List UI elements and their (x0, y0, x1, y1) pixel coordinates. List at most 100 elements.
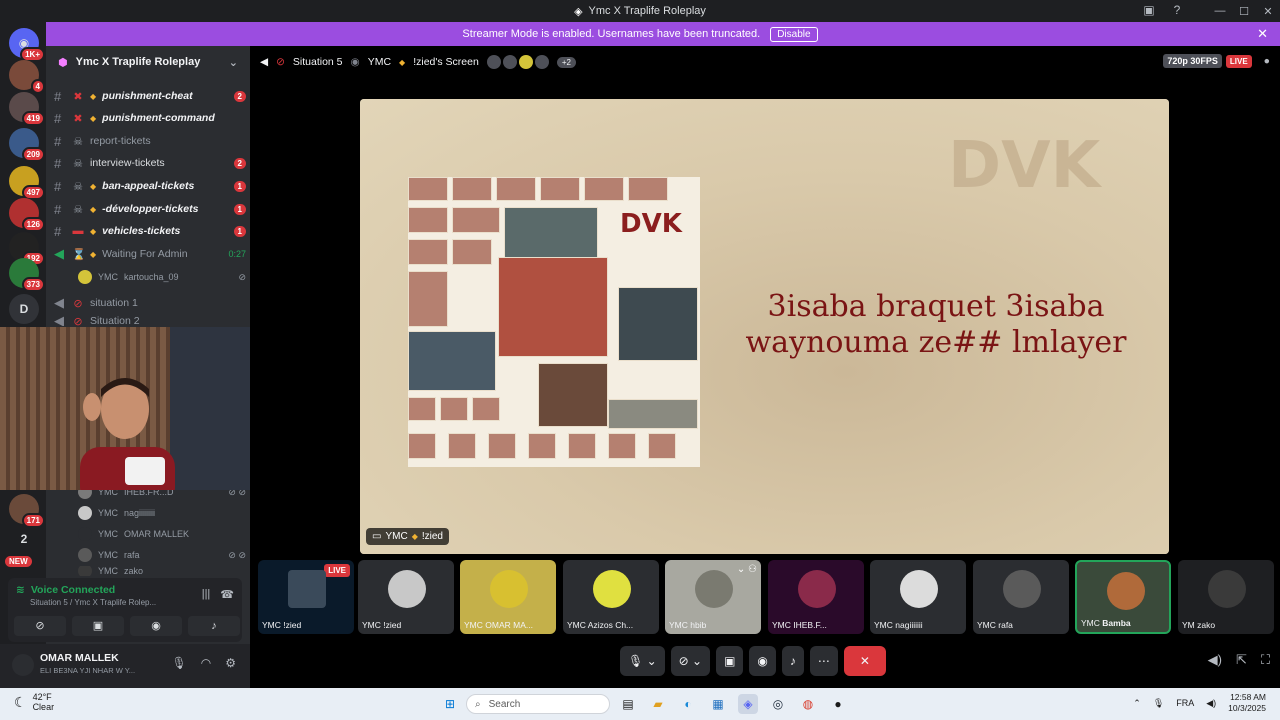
channel-ban-appeal-tickets[interactable]: # ☠ ◆ ban-appeal-tickets 1 (54, 176, 246, 196)
avatar (486, 55, 501, 69)
channel-vehicles-tickets[interactable]: # ▬ ◆ vehicles-tickets 1 (54, 221, 246, 241)
more-viewers[interactable]: +2 (556, 56, 576, 68)
maximize-button[interactable]: ☐ (1232, 5, 1256, 18)
edge-icon[interactable]: ◐ (678, 694, 698, 714)
server-icon[interactable]: 419 (9, 92, 45, 126)
soundboard-button[interactable]: ♪ (188, 616, 240, 636)
gear-icon[interactable]: ⚙ (225, 656, 236, 670)
chat-icon[interactable]: ● (1264, 55, 1270, 67)
voice-channel-waiting-for-admin[interactable]: ◀ ⌛ ◆ Waiting For Admin 0:27 (54, 244, 246, 264)
voice-user[interactable]: YMC kartoucha_09 ⊘ (78, 267, 246, 287)
store-icon[interactable]: ▦ (708, 694, 728, 714)
camera-button[interactable]: ⊘ ⌄ (670, 646, 711, 676)
quality-badge: 720p 30FPS (1163, 54, 1222, 68)
dot-icon: ◆ (399, 57, 406, 67)
search-box[interactable]: ⌕ Search (466, 694, 610, 714)
participant-tile[interactable]: LIVE YMC !zied (258, 560, 354, 634)
microphone-button[interactable]: 🎙 ⌄ (620, 646, 665, 676)
close-window-button[interactable]: ✕ (1256, 5, 1280, 18)
channel-punishment-cheat[interactable]: # ✖ ◆ punishment-cheat 2 (54, 86, 246, 106)
participant-tile[interactable]: YMC hbib ⌄ ⚇ (665, 560, 761, 634)
voice-user[interactable]: YMC OMAR MALLEK (78, 524, 246, 544)
participant-tile[interactable]: YMC Azizos Ch... (563, 560, 659, 634)
voice-channel-situation-1[interactable]: ◀ ⊘ situation 1 (54, 293, 246, 313)
avatar[interactable] (12, 654, 34, 676)
chrome-icon[interactable]: ◍ (798, 694, 818, 714)
noise-suppression-icon[interactable]: ||| (202, 588, 211, 601)
participant-tile[interactable]: YMC OMAR MA... (460, 560, 556, 634)
voice-channel-situation-2[interactable]: ◀ ⊘ Situation 2 (54, 316, 246, 326)
avatar (490, 570, 528, 608)
language-indicator[interactable]: FRA (1176, 698, 1194, 708)
popout-icon[interactable]: ⇱ (1236, 652, 1247, 668)
headphones-icon[interactable]: ◠ (201, 656, 211, 670)
screen-share-button[interactable]: ▣ (716, 646, 744, 676)
server-icon[interactable]: 126 (9, 198, 45, 232)
disconnect-icon[interactable]: ☎ (220, 588, 234, 601)
voice-status[interactable]: ≋ Voice Connected (16, 584, 115, 596)
new-badge[interactable]: NEW (5, 556, 39, 570)
task-view-icon[interactable]: ▤ (618, 694, 638, 714)
voice-user[interactable]: YMC zako (78, 566, 246, 576)
search-icon: ⌕ (475, 698, 481, 710)
minimize-button[interactable]: — (1208, 5, 1232, 17)
mention-count: 1 (233, 225, 246, 237)
server-icon-d[interactable]: D (9, 294, 39, 324)
disable-button[interactable]: Disable (770, 26, 818, 42)
microphone-icon[interactable]: 🎙 (172, 656, 187, 670)
app-icon[interactable]: ● (828, 694, 848, 714)
channel-name[interactable]: Situation 5 (293, 56, 343, 68)
screen-share-button[interactable]: ▣ (72, 616, 124, 636)
lyric-text: 3isaba braquet 3isaba waynouma ze## lmla… (745, 289, 1127, 360)
channel-punishment-command[interactable]: # ✖ ◆ punishment-command (54, 108, 246, 128)
fullscreen-icon[interactable]: ⛶ (1261, 652, 1270, 668)
camera-off-button[interactable]: ⊘ (14, 616, 66, 636)
webcam-overlay[interactable] (0, 327, 289, 490)
disconnect-button[interactable]: ✕ (843, 646, 886, 676)
discord-app-icon[interactable]: ◈ (738, 694, 758, 714)
help-icon[interactable]: ? (1170, 3, 1184, 17)
server-icon[interactable]: 171 (9, 494, 45, 528)
voice-user[interactable]: YMC nagiiiiiiii (78, 503, 246, 523)
activities-button[interactable]: ◉ (749, 646, 776, 676)
inbox-icon[interactable]: ▣ (1142, 3, 1156, 17)
close-icon[interactable]: ✕ (1257, 26, 1268, 42)
participant-tile[interactable]: YM zako (1178, 560, 1274, 634)
participant-tile[interactable]: YMC !zied (358, 560, 454, 634)
direct-messages-button[interactable]: ◉ 1K+ (9, 28, 45, 62)
viewer-avatars[interactable] (486, 55, 549, 69)
participant-tile[interactable]: YMC Bamba (1075, 560, 1171, 634)
participant-tile[interactable]: YMC nagiiiiiii (870, 560, 966, 634)
server-icon-2[interactable]: 2 (9, 524, 39, 554)
screen-share[interactable]: DVK DVK 3isaba braquet 3isaba waynouma z… (360, 99, 1169, 554)
voice-channel-path[interactable]: Situation 5 / Ymc X Traplife Rolep... (30, 598, 156, 607)
chevron-down-icon[interactable]: ⌄ ⚇ (737, 564, 757, 575)
steam-icon[interactable]: ◎ (768, 694, 788, 714)
user-panel: OMAR MALLEK ELI BE3NA YJI NHAR W Y... 🎙 … (0, 644, 250, 688)
participant-tile[interactable]: YMC rafa (973, 560, 1069, 634)
file-explorer-icon[interactable]: ▰ (648, 694, 668, 714)
voice-user[interactable]: YMC rafa ⊘ ⊘ (78, 545, 246, 565)
server-icon[interactable]: 209 (9, 128, 45, 162)
channel-report-tickets[interactable]: # ☠ report-tickets (54, 131, 246, 151)
channel-interview-tickets[interactable]: # ☠ interview-tickets 2 (54, 153, 246, 173)
volume-icon[interactable]: ◀) (1208, 652, 1222, 668)
server-icon[interactable]: 4 (9, 60, 45, 94)
channel-developper-tickets[interactable]: # ☠ ◆ -développer-tickets 1 (54, 199, 246, 219)
clock[interactable]: 12:58 AM 10/3/2025 (1228, 692, 1266, 714)
more-options-button[interactable]: ⋯ (809, 646, 838, 676)
weather-widget[interactable]: ☾ 42°F Clear (14, 692, 54, 712)
microphone-tray-icon[interactable]: 🎙 (1153, 698, 1164, 709)
server-icon[interactable]: 373 (9, 258, 45, 292)
unread-badge: 209 (21, 147, 45, 162)
server-icon[interactable]: 497 (9, 166, 45, 200)
volume-tray-icon[interactable]: ◀) (1206, 698, 1216, 709)
participant-tile[interactable]: YMC IHEB.F... (768, 560, 864, 634)
mention-count: 2 (233, 157, 246, 169)
activity-button[interactable]: ◉ (130, 616, 182, 636)
username[interactable]: OMAR MALLEK (40, 652, 119, 664)
windows-start-icon[interactable]: ⊞ (440, 694, 460, 714)
chevron-up-icon[interactable]: ⌃ (1133, 698, 1141, 709)
soundboard-button[interactable]: ♪ (781, 646, 804, 676)
server-header[interactable]: ⬢ Ymc X Traplife Roleplay ⌄ (46, 46, 250, 78)
